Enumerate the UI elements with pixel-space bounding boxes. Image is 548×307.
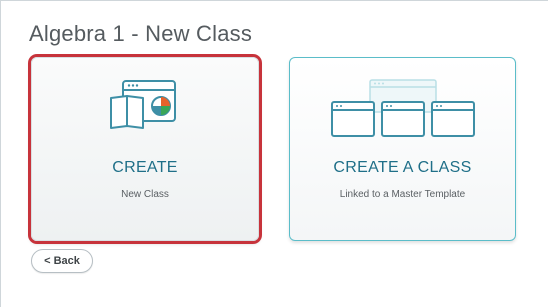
create-card-title: CREATE: [112, 159, 178, 176]
linked-windows-icon: [290, 78, 515, 142]
create-new-class-card[interactable]: CREATE New Class: [31, 57, 259, 241]
create-linked-class-card[interactable]: CREATE A CLASS Linked to a Master Templa…: [289, 57, 516, 241]
book-and-chart-window-icon: [32, 78, 258, 142]
new-class-panel: Algebra 1 - New Class CREATE New Class C…: [0, 0, 548, 307]
back-button[interactable]: < Back: [31, 249, 93, 273]
create-card-subtitle: New Class: [121, 189, 169, 200]
template-card-subtitle: Linked to a Master Template: [339, 189, 466, 200]
template-card-title: CREATE A CLASS: [333, 159, 472, 176]
page-title: Algebra 1 - New Class: [29, 21, 253, 46]
